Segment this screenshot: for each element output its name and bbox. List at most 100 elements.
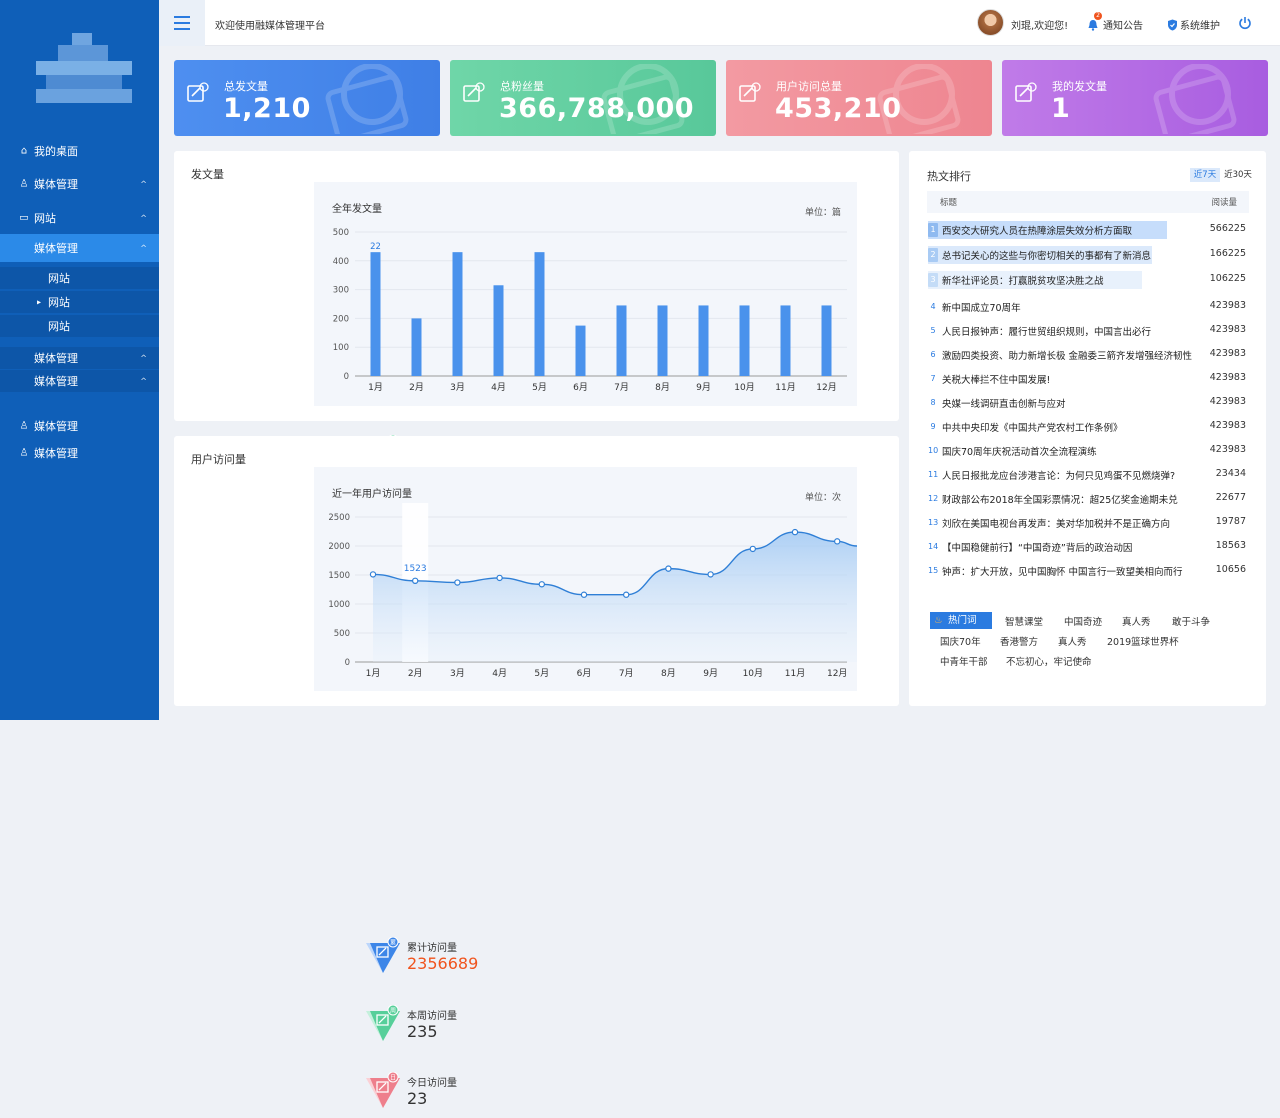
data-point[interactable] [538,581,545,588]
data-point[interactable] [665,565,672,572]
bar[interactable] [452,252,463,376]
x-tick-label: 2月 [409,382,424,393]
data-point[interactable] [454,579,461,586]
maintain-link[interactable]: 系统维护 [1180,17,1220,32]
hot-article-row[interactable]: 1 西安交大研究人员在热障涂层失效分析方面取 566225 [928,220,1246,240]
sidebar-item-10[interactable]: ♙ 媒体管理 [0,439,159,467]
sidebar-item-6[interactable]: 网站 [0,315,159,337]
data-point[interactable] [791,528,799,536]
avatar[interactable] [977,9,1004,36]
read-count: 19787 [1215,516,1246,527]
article-title[interactable]: 新华社评论员：打赢脱贫攻坚决胜之战 [942,273,1104,287]
hot-article-row[interactable]: 10 国庆70周年庆祝活动首次全流程演练 423983 [928,441,1246,461]
article-title[interactable]: 总书记关心的这些与你密切相关的事都有了新消息 [942,248,1151,262]
data-point[interactable] [834,538,841,545]
hot-tag[interactable]: 智慧课堂 [1005,614,1043,628]
sidebar-item-0[interactable]: ⌂ 我的桌面 [0,137,159,165]
sidebar-item-7[interactable]: 媒体管理 ^ [0,347,159,369]
read-count: 166225 [1209,248,1246,259]
data-point[interactable] [580,591,588,598]
hot-article-row[interactable]: 11 人民日报批龙应台涉港言论：为何只见鸡蛋不见燃烧弹? 23434 [928,465,1246,485]
article-title[interactable]: 【中国稳健前行】“中国奇迹”背后的政治动因 [942,540,1132,554]
bar[interactable] [780,305,791,376]
chevron-up-icon: ^ [140,353,147,363]
article-title[interactable]: 人民日报批龙应台涉港言论：为何只见鸡蛋不见燃烧弹? [942,468,1175,482]
shield-icon[interactable] [1167,16,1178,31]
power-icon[interactable] [1238,15,1252,30]
articles-title: 发文量 [191,168,224,181]
stat-label: 本周访问量 [407,1011,457,1022]
data-point[interactable] [369,571,377,578]
article-title[interactable]: 中共中央印发《中国共产党农村工作条例》 [942,420,1123,434]
articles-panel: 发文量 累累计发文量2356689周本周发文量235日今日发文量23 全年发文量… [174,151,899,538]
menu-toggle-button[interactable] [159,0,205,46]
bar[interactable] [370,252,381,376]
stat-card-0[interactable]: 总发文量 1,210 [174,60,440,136]
hot-article-row[interactable]: 5 人民日报钟声：履行世贸组织规则，中国言出必行 423983 [928,321,1246,341]
hot-tag[interactable]: 真人秀 [1122,614,1151,628]
article-title[interactable]: 刘欣在美国电视台再发声：美对华加税并不是正确方向 [942,516,1170,530]
sidebar-item-4[interactable]: 网站 [0,267,159,289]
stat-card-2[interactable]: 用户访问总量 453,210 [726,60,992,136]
sidebar-item-3[interactable]: 媒体管理 ^ [0,234,159,262]
user-greeting[interactable]: 刘琨,欢迎您! [1011,17,1068,32]
x-tick-label: 7月 [619,668,634,679]
data-point[interactable] [411,577,419,585]
hot-article-row[interactable]: 13 刘欣在美国电视台再发声：美对华加税并不是正确方向 19787 [928,513,1246,533]
data-point[interactable] [496,574,503,582]
bar[interactable] [493,285,504,376]
article-title[interactable]: 财政部公布2018年全国彩票情况：超25亿奖金逾期未兑 [942,492,1178,506]
article-title[interactable]: 钟声：扩大开放，见中国胸怀 中国言行一致望美相向而行 [942,564,1183,578]
hot-tag[interactable]: 香港警方 [1000,634,1038,648]
hot-tag[interactable]: 真人秀 [1058,634,1087,648]
hot-tag[interactable]: 国庆70年 [940,634,981,648]
hot-article-row[interactable]: 9 中共中央印发《中国共产党农村工作条例》 423983 [928,417,1246,437]
stat-card-1[interactable]: 总粉丝量 366,788,000 [450,60,716,136]
hot-article-row[interactable]: 7 关税大棒拦不住中国发展! 423983 [928,369,1246,389]
hot-article-row[interactable]: 8 央媒一线调研直击创新与应对 423983 [928,393,1246,413]
sidebar-item-2[interactable]: ▭ 网站 ^ [0,204,159,232]
bar[interactable] [616,305,627,376]
article-title[interactable]: 关税大棒拦不住中国发展! [942,372,1050,386]
hot-tag[interactable]: 敢于斗争 [1172,614,1210,628]
hot-article-row[interactable]: 2 总书记关心的这些与你密切相关的事都有了新消息 166225 [928,245,1246,265]
sidebar-item-9[interactable]: ♙ 媒体管理 [0,412,159,440]
sidebar-item-1[interactable]: ♙ 媒体管理 ^ [0,170,159,198]
hot-article-row[interactable]: 14 【中国稳健前行】“中国奇迹”背后的政治动因 18563 [928,537,1246,557]
bar[interactable] [657,305,668,376]
hot-tag[interactable]: 不忘初心，牢记使命 [1006,654,1092,668]
articles-chart-box: 全年发文量 单位：篇 0 100 200 300 400 500 1月 2月 3月 4月 5月 6月 7… [314,182,857,406]
card-value: 453,210 [775,93,902,124]
bar[interactable] [698,305,709,376]
hot-tag[interactable]: 中国奇迹 [1064,614,1102,628]
hot-article-row[interactable]: 6 激励四类投资、助力新增长极 金融委三箭齐发增强经济韧性 423983 [928,345,1246,365]
article-title[interactable]: 激励四类投资、助力新增长极 金融委三箭齐发增强经济韧性 [942,348,1192,362]
tab-7days[interactable]: 近7天 [1190,168,1220,182]
bar[interactable] [821,305,832,376]
bar[interactable] [534,252,545,376]
data-point[interactable] [707,571,714,578]
hot-article-row[interactable]: 4 新中国成立70周年 423983 [928,297,1246,317]
notice-link[interactable]: 通知公告 [1103,17,1143,32]
hot-article-row[interactable]: 15 钟声：扩大开放，见中国胸怀 中国言行一致望美相向而行 10656 [928,561,1246,581]
article-title[interactable]: 西安交大研究人员在热障涂层失效分析方面取 [942,223,1132,237]
bar[interactable] [575,325,586,376]
article-title[interactable]: 新中国成立70周年 [942,300,1021,314]
bar[interactable] [739,305,750,376]
x-tick-label: 11月 [785,668,805,679]
hot-tag[interactable]: 2019篮球世界杯 [1107,634,1179,648]
sidebar-item-5[interactable]: ▸ 网站 [0,291,159,313]
tab-30days[interactable]: 近30天 [1222,168,1254,182]
data-point[interactable] [749,545,756,553]
hot-article-row[interactable]: 12 财政部公布2018年全国彩票情况：超25亿奖金逾期未兑 22677 [928,489,1246,509]
hot-tag[interactable]: 中青年干部 [940,654,988,668]
article-title[interactable]: 国庆70周年庆祝活动首次全流程演练 [942,444,1097,458]
sidebar-item-8[interactable]: 媒体管理 ^ [0,370,159,392]
bar[interactable] [411,318,422,376]
bell-icon[interactable]: 2 [1087,12,1102,31]
data-point[interactable] [623,591,630,598]
hot-article-row[interactable]: 3 新华社评论员：打赢脱贫攻坚决胜之战 106225 [928,270,1246,290]
article-title[interactable]: 央媒一线调研直击创新与应对 [942,396,1066,410]
article-title[interactable]: 人民日报钟声：履行世贸组织规则，中国言出必行 [942,324,1151,338]
stat-card-3[interactable]: 我的发文量 1 [1002,60,1268,136]
